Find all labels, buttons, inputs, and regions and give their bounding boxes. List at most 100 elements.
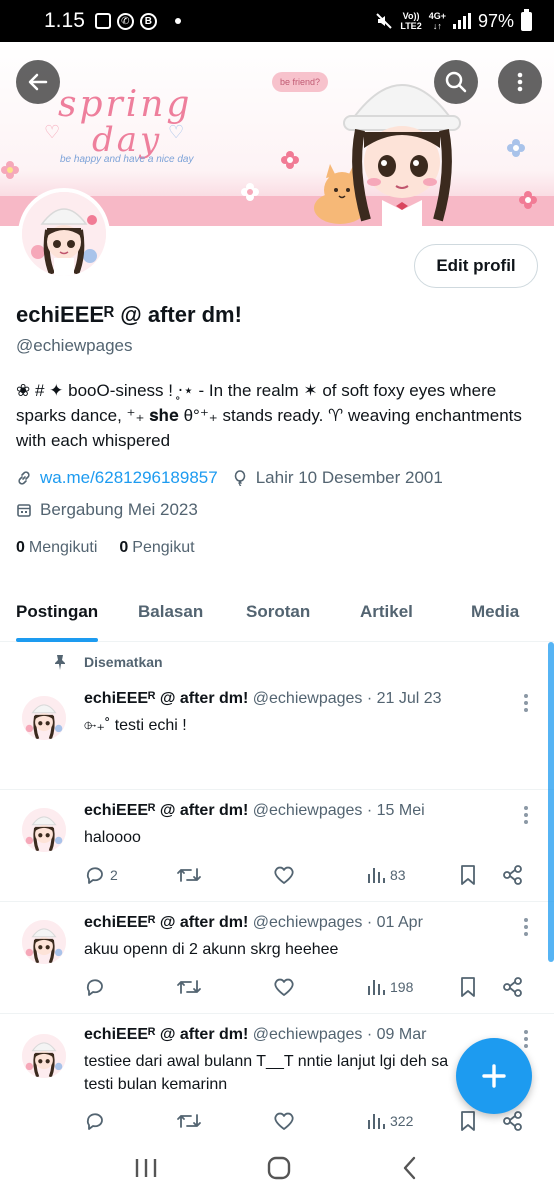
edit-profile-button[interactable]: Edit profil <box>414 244 538 288</box>
tab-balasan[interactable]: Balasan <box>138 582 203 642</box>
repost-button[interactable] <box>176 862 202 888</box>
post-avatar[interactable] <box>22 696 66 740</box>
back-button[interactable] <box>16 60 60 104</box>
post-author[interactable]: echiEEEᴿ @ after dm! <box>84 1026 248 1043</box>
like-button[interactable] <box>272 974 296 1000</box>
bookmark-icon <box>461 977 475 997</box>
tab-postingan[interactable]: Postingan <box>16 582 99 642</box>
profile-link[interactable]: wa.me/6281296189857 <box>40 468 218 488</box>
more-options-button[interactable] <box>498 60 542 104</box>
back-nav-button[interactable] <box>399 1155 421 1181</box>
profile-name: echiEEEᴿ @ after dm! <box>16 302 242 327</box>
plus-icon <box>482 1064 506 1088</box>
following-label: Mengikuti <box>28 539 98 556</box>
post-author[interactable]: echiEEEᴿ @ after dm! <box>84 690 248 707</box>
views-icon <box>368 980 385 995</box>
notification-icons: ✆ B <box>94 12 181 30</box>
tab-media[interactable]: Media <box>471 582 519 642</box>
share-icon <box>503 977 522 997</box>
views-button[interactable]: 198 <box>366 974 413 1000</box>
post-avatar[interactable] <box>22 808 66 852</box>
scrollbar[interactable] <box>548 642 554 962</box>
repost-button[interactable] <box>176 1108 202 1134</box>
post-meta: @echiewpages · 21 Jul 23 <box>252 690 442 707</box>
post-more-button[interactable] <box>524 918 530 936</box>
link-icon <box>18 471 30 485</box>
system-navigation-bar <box>0 1136 554 1200</box>
search-button[interactable] <box>434 60 478 104</box>
views-count: 83 <box>390 867 406 883</box>
bookmark-button[interactable] <box>458 862 478 888</box>
profile-avatar[interactable] <box>18 188 110 280</box>
home-button[interactable] <box>266 1155 292 1181</box>
bookmark-button[interactable] <box>458 974 478 1000</box>
avatar-illustration <box>22 192 106 276</box>
heart-icon <box>274 866 294 884</box>
following-stat[interactable]: 0 Mengikuti <box>16 539 97 557</box>
following-count: 0 <box>16 539 25 556</box>
post-item[interactable]: echiEEEᴿ @ after dm! @echiewpages · 15 M… <box>0 790 554 902</box>
profile-birthday: Lahir 10 Desember 2001 <box>255 468 443 487</box>
status-time: 1.15 <box>44 9 85 32</box>
data-indicator: 4G+ ↓↑ <box>428 11 446 31</box>
bookmark-icon <box>461 1111 475 1131</box>
post-more-button[interactable] <box>524 694 530 712</box>
bookmark-button[interactable] <box>458 1108 478 1134</box>
reply-button[interactable] <box>84 1108 106 1134</box>
post-meta: @echiewpages · 01 Apr <box>252 914 423 931</box>
bookmark-icon <box>461 865 475 885</box>
arrow-left-icon <box>28 73 48 91</box>
repost-icon <box>177 980 201 994</box>
views-button[interactable]: 83 <box>366 862 406 888</box>
banner-title-spring: spring <box>58 84 193 125</box>
follow-stats: 0 Mengikuti 0 Pengikut <box>16 539 195 557</box>
followers-count: 0 <box>119 539 129 556</box>
more-notifications-icon <box>174 18 181 24</box>
post-item[interactable]: echiEEEᴿ @ after dm! @echiewpages · 01 A… <box>0 902 554 1014</box>
avatar-illustration <box>22 696 66 740</box>
repost-icon <box>177 868 201 882</box>
recent-apps-button[interactable] <box>133 1157 159 1179</box>
profile-meta-row-2: Bergabung Mei 2023 <box>16 500 198 520</box>
reply-icon <box>86 1113 103 1130</box>
repost-button[interactable] <box>176 974 202 1000</box>
flower-icon <box>519 191 537 209</box>
post-author[interactable]: echiEEEᴿ @ after dm! <box>84 802 248 819</box>
post-avatar[interactable] <box>22 1034 66 1078</box>
reply-button[interactable]: 2 <box>84 862 118 888</box>
post-author[interactable]: echiEEEᴿ @ after dm! <box>84 914 248 931</box>
post-text: testiee dari awal bulann T__T nntie lanj… <box>84 1053 449 1093</box>
like-button[interactable] <box>272 862 296 888</box>
post-item[interactable]: echiEEEᴿ @ after dm! @echiewpages · 21 J… <box>0 680 554 790</box>
volte-label: Vo)) <box>402 11 420 21</box>
balloon-icon <box>234 470 246 486</box>
tab-sorotan[interactable]: Sorotan <box>246 582 310 642</box>
views-icon <box>368 1114 385 1129</box>
post-more-button[interactable] <box>524 806 530 824</box>
like-button[interactable] <box>272 1108 296 1134</box>
share-icon <box>503 865 522 885</box>
post-header: echiEEEᴿ @ after dm! @echiewpages · 01 A… <box>84 914 423 932</box>
share-button[interactable] <box>502 974 524 1000</box>
share-button[interactable] <box>502 862 524 888</box>
data-type-label: 4G+ <box>428 11 446 21</box>
reply-button[interactable] <box>84 974 106 1000</box>
followers-stat[interactable]: 0 Pengikut <box>119 539 194 557</box>
post-text: ⌱₊˚ testi echi ! <box>84 717 187 734</box>
post-actions: 322 <box>84 1108 534 1134</box>
tab-artikel[interactable]: Artikel <box>360 582 413 642</box>
pin-icon <box>55 655 65 670</box>
calendar-icon <box>17 504 31 517</box>
post-more-button[interactable] <box>524 1030 530 1048</box>
profile-tabs: Postingan Balasan Sorotan Artikel Media <box>0 582 554 642</box>
post-meta: @echiewpages · 15 Mei <box>252 802 425 819</box>
views-button[interactable]: 322 <box>366 1108 413 1134</box>
pinned-text: Disematkan <box>84 654 163 670</box>
signal-icon <box>452 13 471 29</box>
repost-icon <box>177 1114 201 1128</box>
post-avatar[interactable] <box>22 920 66 964</box>
followers-label: Pengikut <box>132 539 195 556</box>
reply-icon <box>86 979 103 996</box>
compose-button[interactable] <box>456 1038 532 1114</box>
heart-icon: ♡ <box>168 122 185 142</box>
